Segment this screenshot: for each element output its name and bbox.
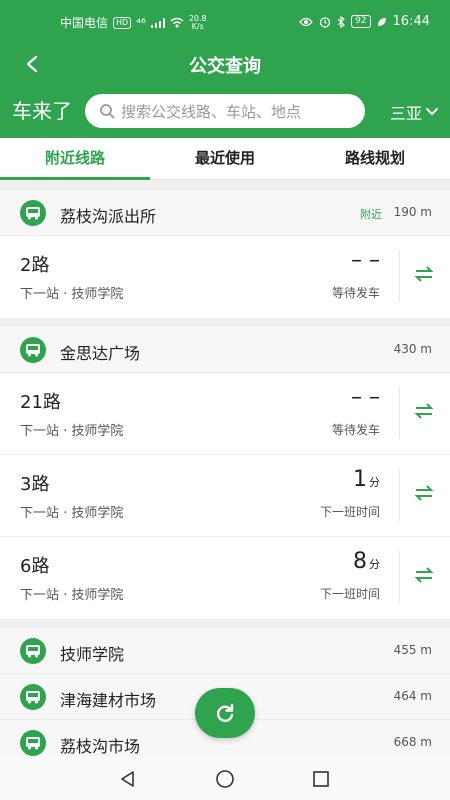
route-eta: 8分 — [353, 549, 380, 574]
signal-generation-label: ⁴⁶ — [136, 15, 146, 30]
station-distance: 455 m — [393, 643, 432, 657]
route-status: 等待发车 — [331, 286, 380, 300]
nav-back-icon — [121, 771, 134, 787]
route-divider — [399, 387, 400, 439]
route-eta-value: 8 — [353, 549, 367, 574]
route-row[interactable]: 2路 下一站 · 技师学院 – – 等待发车 — [0, 236, 450, 318]
route-eta-unit: 分 — [369, 476, 380, 489]
route-row[interactable]: 21路 下一站 · 技师学院 – – 等待发车 — [0, 373, 450, 455]
route-eta: 1分 — [353, 467, 380, 492]
route-eta-value: – – — [351, 248, 380, 273]
refresh-icon — [216, 703, 234, 722]
bus-station-icon — [20, 684, 46, 710]
route-eta-value: – – — [351, 385, 380, 410]
title-bar: 公交查询 — [0, 44, 450, 84]
bus-station-icon — [20, 730, 46, 756]
app-header: 中国电信 HD ⁴⁶ 20.8 K/s 92 16:44 公交查询 车来了 搜索… — [0, 0, 450, 138]
station-card: 金思达广场 430 m 21路 下一站 · 技师学院 – – 等待发车 3路 下… — [0, 327, 450, 619]
nav-recents-icon — [313, 771, 329, 787]
route-status: 下一班时间 — [319, 587, 380, 601]
tab-bar: 附近线路 最近使用 路线规划 — [0, 138, 450, 180]
route-eta: – – — [351, 248, 380, 273]
alarm-icon — [319, 16, 331, 28]
route-row[interactable]: 6路 下一站 · 技师学院 8分 下一班时间 — [0, 537, 450, 619]
city-label: 三亚 — [389, 104, 422, 123]
wifi-icon — [170, 17, 184, 28]
route-divider — [399, 469, 400, 521]
search-input[interactable]: 搜索公交线路、车站、地点 — [85, 94, 365, 128]
refresh-button[interactable] — [195, 688, 255, 738]
swap-arrows-icon — [414, 567, 434, 583]
route-row[interactable]: 3路 下一站 · 技师学院 1分 下一班时间 — [0, 455, 450, 537]
bluetooth-icon — [337, 15, 346, 28]
swap-direction-button[interactable] — [410, 397, 438, 425]
route-name: 3路 — [20, 474, 50, 495]
station-name: 技师学院 — [60, 645, 125, 664]
system-navbar — [0, 756, 450, 800]
status-right: 92 16:44 — [299, 14, 430, 29]
city-selector[interactable]: 三亚 — [390, 100, 438, 124]
nav-back-button[interactable] — [117, 768, 139, 790]
eye-icon — [299, 17, 313, 26]
network-speed: 20.8 K/s — [189, 14, 207, 31]
route-eta-value: 1 — [353, 467, 367, 492]
clock: 16:44 — [392, 14, 430, 29]
route-next-stop: 下一站 · 技师学院 — [20, 506, 124, 521]
station-name: 荔枝沟市场 — [60, 737, 141, 756]
route-divider — [399, 551, 400, 603]
station-header[interactable]: 技师学院 455 m — [0, 628, 450, 674]
tab-recently-used[interactable]: 最近使用 — [150, 138, 300, 179]
swap-direction-button[interactable] — [410, 561, 438, 589]
network-speed-unit: K/s — [191, 21, 204, 31]
route-next-stop: 下一站 · 技师学院 — [20, 424, 124, 439]
route-name: 2路 — [20, 255, 50, 276]
station-distance: 668 m — [393, 735, 432, 749]
station-card: 荔枝沟派出所 附近 190 m 2路 下一站 · 技师学院 – – 等待发车 — [0, 190, 450, 318]
nav-home-button[interactable] — [214, 768, 236, 790]
route-name: 21路 — [20, 392, 61, 413]
nav-recents-button[interactable] — [310, 768, 332, 790]
signal-icon — [150, 17, 165, 28]
bus-station-icon — [20, 200, 46, 226]
swap-arrows-icon — [414, 485, 434, 501]
route-next-stop: 下一站 · 技师学院 — [20, 287, 124, 302]
hd-badge: HD — [113, 16, 132, 29]
route-status: 下一班时间 — [319, 505, 380, 519]
bus-station-icon — [20, 638, 46, 664]
station-name: 津海建材市场 — [60, 691, 157, 710]
bus-station-icon — [20, 337, 46, 363]
route-next-stop: 下一站 · 技师学院 — [20, 588, 124, 603]
route-eta: – – — [351, 385, 380, 410]
station-header[interactable]: 荔枝沟派出所 附近 190 m — [0, 190, 450, 236]
carrier-label: 中国电信 — [60, 16, 109, 30]
station-header[interactable]: 金思达广场 430 m — [0, 327, 450, 373]
route-name: 6路 — [20, 556, 50, 577]
station-distance: 464 m — [393, 689, 432, 703]
page-title: 公交查询 — [189, 56, 261, 77]
nav-home-icon — [216, 770, 234, 788]
route-eta-unit: 分 — [369, 558, 380, 571]
swap-arrows-icon — [414, 266, 434, 282]
swap-direction-button[interactable] — [410, 479, 438, 507]
swap-arrows-icon — [414, 403, 434, 419]
search-row: 车来了 搜索公交线路、车站、地点 三亚 — [0, 91, 450, 131]
status-left: 中国电信 HD ⁴⁶ 20.8 K/s — [60, 14, 207, 31]
leaf-icon — [377, 17, 386, 26]
route-divider — [399, 250, 400, 302]
tab-route-planning[interactable]: 路线规划 — [300, 138, 450, 179]
search-placeholder: 搜索公交线路、车站、地点 — [121, 102, 302, 121]
brand-logo: 车来了 — [12, 99, 72, 123]
station-distance: 430 m — [393, 342, 432, 356]
status-bar: 中国电信 HD ⁴⁶ 20.8 K/s 92 16:44 — [0, 0, 450, 44]
battery-indicator: 92 — [351, 15, 371, 28]
station-name: 荔枝沟派出所 — [60, 207, 157, 226]
nearby-tag: 附近 — [360, 208, 382, 221]
swap-direction-button[interactable] — [410, 260, 438, 288]
chevron-down-icon — [426, 108, 438, 116]
station-name: 金思达广场 — [60, 344, 141, 363]
route-status: 等待发车 — [331, 423, 380, 437]
station-distance: 190 m — [393, 205, 432, 219]
search-icon — [100, 104, 115, 119]
tab-nearby-routes[interactable]: 附近线路 — [0, 138, 150, 180]
